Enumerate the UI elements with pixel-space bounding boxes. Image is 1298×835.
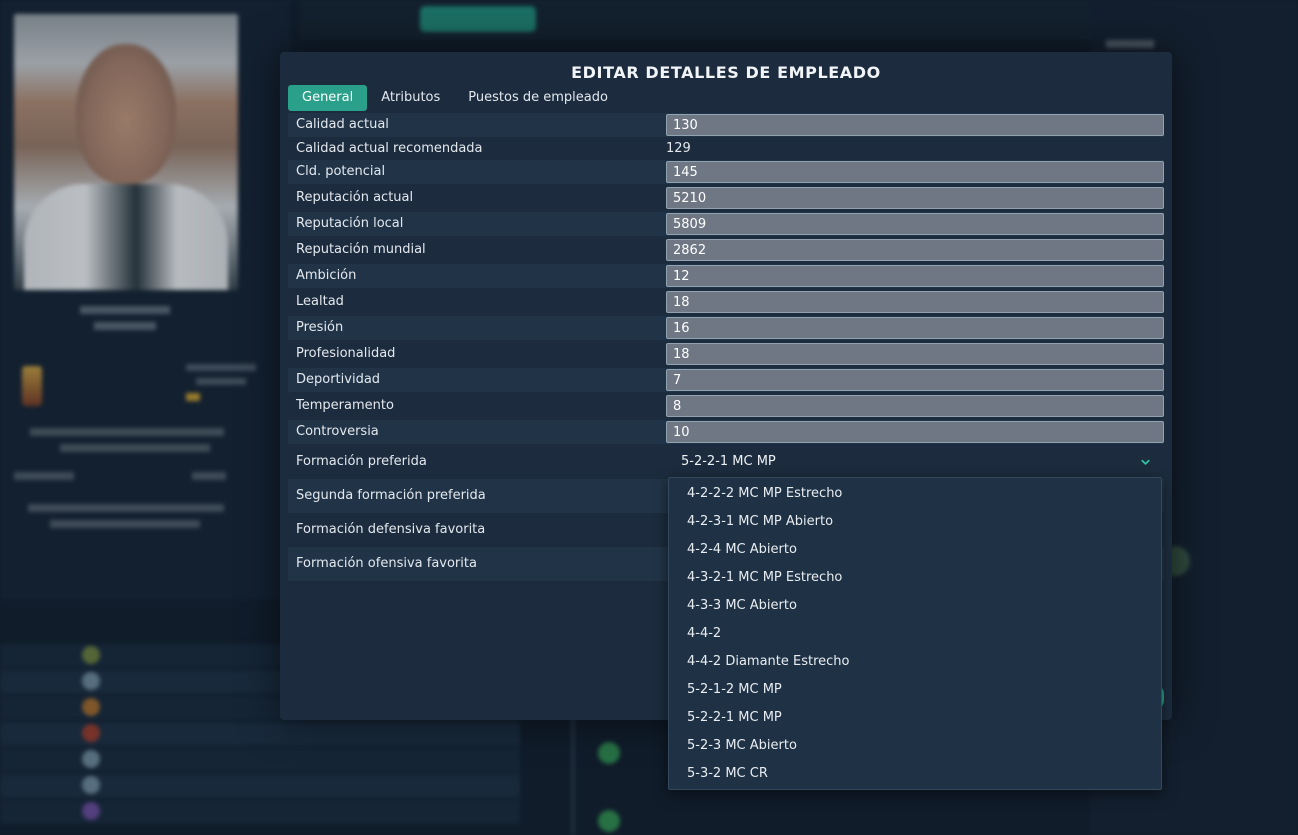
row-cld-potencial: Cld. potencial [288,160,1164,184]
dropdown-option[interactable]: 5-2-3 MC Abierto [669,732,1161,760]
presion-input[interactable] [666,317,1164,339]
row-reputacion-mundial: Reputación mundial [288,238,1164,262]
bg-club-crest [22,366,42,406]
field-label: Formación ofensiva favorita [296,556,477,571]
dropdown-option[interactable]: 5-3-2 MC CR [669,760,1161,788]
formation-dropdown-list: 4-2-2-2 MC MP Estrecho 4-2-3-1 MC MP Abi… [668,477,1162,790]
dropdown-option[interactable]: 4-3-3 MC Abierto [669,592,1161,620]
calidad-recomendada-value: 129 [666,141,691,156]
row-calidad-actual-recomendada: Calidad actual recomendada 129 [288,137,1164,161]
deportividad-input[interactable] [666,369,1164,391]
field-label: Reputación mundial [296,242,426,257]
row-controversia: Controversia [288,420,1164,444]
field-label: Reputación actual [296,190,414,205]
bg-top-tabs [300,0,1090,40]
field-label: Calidad actual recomendada [296,141,483,156]
field-label: Cld. potencial [296,164,386,179]
field-label: Controversia [296,424,379,439]
lealtad-input[interactable] [666,291,1164,313]
field-label: Presión [296,320,344,335]
reputacion-mundial-input[interactable] [666,239,1164,261]
dropdown-option[interactable]: 4-2-3-1 MC MP Abierto [669,508,1161,536]
dialog-title: EDITAR DETALLES DE EMPLEADO [571,63,881,82]
field-label: Reputación local [296,216,404,231]
field-label: Ambición [296,268,357,283]
tab-puestos-de-empleado[interactable]: Puestos de empleado [454,85,622,111]
profesionalidad-input[interactable] [666,343,1164,365]
field-label: Calidad actual [296,117,389,132]
formacion-preferida-select[interactable]: 5-2-2-1 MC MP [666,445,1164,479]
dropdown-option[interactable]: 4-4-2 Diamante Estrecho [669,648,1161,676]
row-ambicion: Ambición [288,264,1164,288]
field-label: Deportividad [296,372,381,387]
tab-general[interactable]: General [288,85,368,111]
tab-atributos[interactable]: Atributos [367,85,454,111]
reputacion-actual-input[interactable] [666,187,1164,209]
dropdown-option[interactable]: 4-3-2-1 MC MP Estrecho [669,564,1161,592]
dropdown-option[interactable]: 4-2-2-2 MC MP Estrecho [669,480,1161,508]
row-presion: Presión [288,316,1164,340]
field-label: Lealtad [296,294,344,309]
field-label: Formación preferida [296,454,427,469]
selected-formation: 5-2-2-1 MC MP [681,454,776,469]
controversia-input[interactable] [666,421,1164,443]
row-lealtad: Lealtad [288,290,1164,314]
ambicion-input[interactable] [666,265,1164,287]
row-profesionalidad: Profesionalidad [288,342,1164,366]
field-label: Segunda formación preferida [296,488,486,503]
bg-staff-photo [14,14,238,290]
row-formacion-preferida: Formación preferida 5-2-2-1 MC MP [288,445,1164,479]
row-calidad-actual: Calidad actual [288,113,1164,137]
dialog-tabs: General Atributos Puestos de empleado [288,85,622,111]
dropdown-option[interactable]: 4-4-2 [669,620,1161,648]
field-label: Profesionalidad [296,346,396,361]
row-reputacion-actual: Reputación actual [288,186,1164,210]
dropdown-option[interactable]: 5-2-2-1 MC MP [669,704,1161,732]
cld-potencial-input[interactable] [666,161,1164,183]
field-label: Temperamento [296,398,394,413]
dropdown-option[interactable]: 4-2-4 MC Abierto [669,536,1161,564]
temperamento-input[interactable] [666,395,1164,417]
row-reputacion-local: Reputación local [288,212,1164,236]
field-label: Formación defensiva favorita [296,522,486,537]
row-temperamento: Temperamento [288,394,1164,418]
dropdown-option[interactable]: 5-2-1-2 MC MP [669,676,1161,704]
calidad-actual-input[interactable] [666,114,1164,136]
reputacion-local-input[interactable] [666,213,1164,235]
chevron-down-icon [1141,459,1150,465]
row-deportividad: Deportividad [288,368,1164,392]
